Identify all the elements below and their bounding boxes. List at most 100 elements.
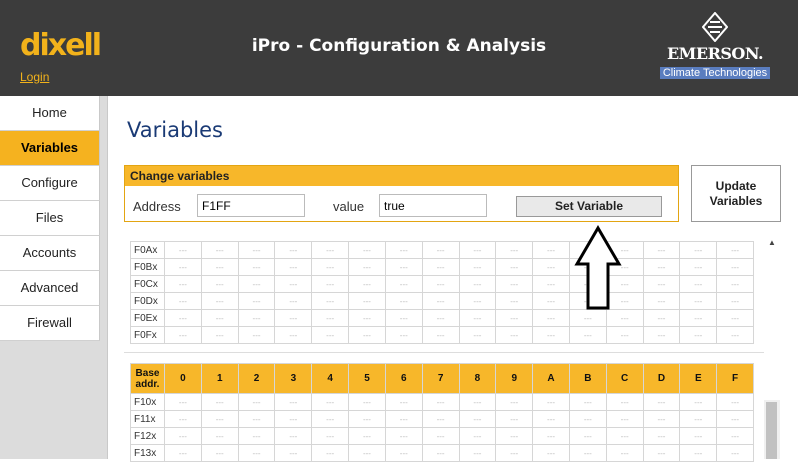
variable-cell[interactable]: --- bbox=[679, 326, 718, 344]
variable-cell[interactable]: --- bbox=[200, 427, 239, 445]
variable-cell[interactable]: --- bbox=[605, 326, 644, 344]
variable-cell[interactable]: --- bbox=[200, 292, 239, 310]
sidebar-item-configure[interactable]: Configure bbox=[0, 166, 100, 201]
variable-cell[interactable]: --- bbox=[421, 309, 460, 327]
variable-cell[interactable]: --- bbox=[200, 275, 239, 293]
sidebar-item-files[interactable]: Files bbox=[0, 201, 100, 236]
variable-cell[interactable]: --- bbox=[348, 241, 386, 259]
variable-cell[interactable]: --- bbox=[237, 309, 276, 327]
variable-cell[interactable]: --- bbox=[311, 410, 350, 428]
variable-cell[interactable]: --- bbox=[495, 275, 534, 293]
variable-cell[interactable]: --- bbox=[274, 326, 313, 344]
variable-cell[interactable]: --- bbox=[274, 258, 313, 276]
variable-cell[interactable]: --- bbox=[532, 258, 570, 276]
variable-cell[interactable]: --- bbox=[495, 258, 534, 276]
sidebar-item-advanced[interactable]: Advanced bbox=[0, 271, 100, 306]
variable-cell[interactable]: --- bbox=[164, 410, 202, 428]
variable-cell[interactable]: --- bbox=[568, 427, 607, 445]
variable-cell[interactable]: --- bbox=[716, 410, 754, 428]
variable-cell[interactable]: --- bbox=[679, 241, 718, 259]
variable-cell[interactable]: --- bbox=[495, 393, 534, 411]
variable-cell[interactable]: --- bbox=[679, 393, 718, 411]
variable-cell[interactable]: --- bbox=[679, 258, 718, 276]
variable-cell[interactable]: --- bbox=[458, 275, 497, 293]
sidebar-item-variables[interactable]: Variables bbox=[0, 131, 100, 166]
variable-cell[interactable]: --- bbox=[716, 309, 754, 327]
variable-cell[interactable]: --- bbox=[384, 427, 423, 445]
variable-cell[interactable]: --- bbox=[495, 241, 534, 259]
variable-cell[interactable]: --- bbox=[348, 258, 386, 276]
variable-cell[interactable]: --- bbox=[605, 393, 644, 411]
variable-cell[interactable]: --- bbox=[384, 275, 423, 293]
variable-cell[interactable]: --- bbox=[605, 309, 644, 327]
scrollbar-thumb[interactable] bbox=[766, 402, 777, 459]
variable-cell[interactable]: --- bbox=[716, 427, 754, 445]
variable-cell[interactable]: --- bbox=[384, 241, 423, 259]
variable-cell[interactable]: --- bbox=[311, 309, 350, 327]
variable-cell[interactable]: --- bbox=[458, 326, 497, 344]
sidebar-item-firewall[interactable]: Firewall bbox=[0, 306, 100, 341]
variable-cell[interactable]: --- bbox=[716, 275, 754, 293]
variable-cell[interactable]: --- bbox=[642, 410, 681, 428]
variable-cell[interactable]: --- bbox=[679, 275, 718, 293]
variable-cell[interactable]: --- bbox=[274, 241, 313, 259]
variable-cell[interactable]: --- bbox=[642, 309, 681, 327]
variable-cell[interactable]: --- bbox=[458, 241, 497, 259]
login-link[interactable]: Login bbox=[20, 70, 49, 84]
variable-cell[interactable]: --- bbox=[237, 393, 276, 411]
variable-cell[interactable]: --- bbox=[384, 393, 423, 411]
variable-cell[interactable]: --- bbox=[532, 427, 570, 445]
variable-cell[interactable]: --- bbox=[605, 427, 644, 445]
variable-cell[interactable]: --- bbox=[495, 309, 534, 327]
variable-cell[interactable]: --- bbox=[164, 393, 202, 411]
variable-cell[interactable]: --- bbox=[237, 410, 276, 428]
variable-cell[interactable]: --- bbox=[164, 309, 202, 327]
variable-cell[interactable]: --- bbox=[311, 393, 350, 411]
set-variable-button[interactable]: Set Variable bbox=[516, 196, 662, 217]
variable-cell[interactable]: --- bbox=[274, 410, 313, 428]
variable-cell[interactable]: --- bbox=[532, 309, 570, 327]
variable-cell[interactable]: --- bbox=[274, 427, 313, 445]
variable-cell[interactable]: --- bbox=[311, 258, 350, 276]
update-variables-button[interactable]: Update Variables bbox=[691, 165, 781, 222]
variable-cell[interactable]: --- bbox=[274, 292, 313, 310]
value-input[interactable] bbox=[379, 194, 487, 217]
variable-cell[interactable]: --- bbox=[200, 326, 239, 344]
variable-cell[interactable]: --- bbox=[532, 326, 570, 344]
variable-cell[interactable]: --- bbox=[200, 241, 239, 259]
variable-cell[interactable]: --- bbox=[532, 241, 570, 259]
variable-cell[interactable]: --- bbox=[274, 309, 313, 327]
variable-cell[interactable]: --- bbox=[716, 326, 754, 344]
variable-cell[interactable]: --- bbox=[679, 292, 718, 310]
variable-cell[interactable]: --- bbox=[642, 258, 681, 276]
variable-cell[interactable]: --- bbox=[421, 275, 460, 293]
variable-cell[interactable]: --- bbox=[348, 275, 386, 293]
variable-cell[interactable]: --- bbox=[642, 393, 681, 411]
variable-cell[interactable]: --- bbox=[164, 427, 202, 445]
variable-cell[interactable]: --- bbox=[458, 410, 497, 428]
variable-cell[interactable]: --- bbox=[200, 410, 239, 428]
variable-cell[interactable]: --- bbox=[421, 427, 460, 445]
variable-cell[interactable]: --- bbox=[384, 410, 423, 428]
variable-cell[interactable]: --- bbox=[679, 427, 718, 445]
variable-cell[interactable]: --- bbox=[348, 292, 386, 310]
variable-cell[interactable]: --- bbox=[384, 258, 423, 276]
variable-cell[interactable]: --- bbox=[384, 309, 423, 327]
variable-cell[interactable]: --- bbox=[164, 326, 202, 344]
variable-cell[interactable]: --- bbox=[716, 258, 754, 276]
variable-cell[interactable]: --- bbox=[348, 309, 386, 327]
sidebar-item-accounts[interactable]: Accounts bbox=[0, 236, 100, 271]
variable-cell[interactable]: --- bbox=[679, 309, 718, 327]
variable-cell[interactable]: --- bbox=[532, 292, 570, 310]
variable-cell[interactable]: --- bbox=[200, 258, 239, 276]
variable-cell[interactable]: --- bbox=[568, 326, 607, 344]
variable-cell[interactable]: --- bbox=[237, 326, 276, 344]
variable-cell[interactable]: --- bbox=[568, 309, 607, 327]
variable-cell[interactable]: --- bbox=[237, 275, 276, 293]
variable-cell[interactable]: --- bbox=[200, 393, 239, 411]
variable-cell[interactable]: --- bbox=[495, 410, 534, 428]
variable-cell[interactable]: --- bbox=[348, 410, 386, 428]
variable-cell[interactable]: --- bbox=[311, 241, 350, 259]
variable-cell[interactable]: --- bbox=[679, 410, 718, 428]
variable-cell[interactable]: --- bbox=[237, 292, 276, 310]
